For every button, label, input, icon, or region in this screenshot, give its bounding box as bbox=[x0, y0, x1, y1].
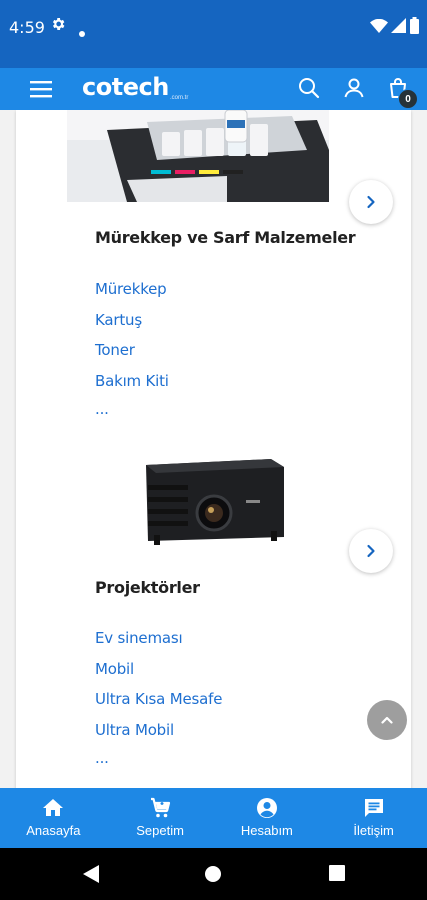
printer-ink-tank-image[interactable] bbox=[67, 110, 329, 202]
status-bar: 4:59 bbox=[0, 0, 427, 68]
category-link[interactable]: Kartuş bbox=[95, 311, 142, 329]
recents-icon[interactable] bbox=[329, 865, 345, 886]
category-link[interactable]: Mobil bbox=[95, 660, 134, 678]
category-link[interactable]: Ultra Mobil bbox=[95, 721, 174, 739]
nav-account[interactable]: Hesabım bbox=[214, 788, 321, 848]
cart-icon bbox=[151, 797, 171, 818]
wifi-icon bbox=[370, 18, 388, 38]
battery-icon bbox=[410, 17, 419, 39]
nav-home[interactable]: Anasayfa bbox=[0, 788, 107, 848]
system-navigation-bar bbox=[0, 848, 427, 900]
section-title-supplies: Mürekkep ve Sarf Malzemeler bbox=[95, 228, 356, 247]
gear-icon bbox=[50, 16, 66, 37]
app-bar: cotech .com.tr bbox=[0, 68, 427, 110]
chevron-up-icon bbox=[381, 716, 393, 724]
bottom-navigation: Anasayfa Sepetim Hesabım İletişim bbox=[0, 788, 427, 848]
category-card: Mürekkep ve Sarf Malzemeler Mürekkep Kar… bbox=[16, 110, 411, 788]
account-circle-icon bbox=[256, 798, 277, 818]
chevron-right-icon bbox=[367, 544, 375, 558]
category-link[interactable]: Ev sineması bbox=[95, 629, 183, 647]
projector-image[interactable] bbox=[136, 455, 286, 547]
nav-cart-label: Sepetim bbox=[136, 823, 184, 838]
category-link[interactable]: Ultra Kısa Mesafe bbox=[95, 690, 222, 708]
home-button-icon[interactable] bbox=[204, 865, 222, 888]
home-icon bbox=[43, 799, 64, 816]
brand-logo-suffix: .com.tr bbox=[170, 95, 189, 101]
brand-logo[interactable]: cotech bbox=[82, 73, 169, 101]
nav-contact-label: İletişim bbox=[353, 823, 394, 838]
dot-icon bbox=[79, 24, 85, 42]
next-arrow-button[interactable] bbox=[349, 529, 393, 573]
next-arrow-button[interactable] bbox=[349, 180, 393, 224]
cart-count-badge: 0 bbox=[398, 89, 418, 109]
signal-icon bbox=[391, 18, 406, 38]
nav-account-label: Hesabım bbox=[240, 823, 293, 838]
search-icon[interactable] bbox=[297, 76, 321, 105]
more-link[interactable]: ... bbox=[95, 749, 109, 767]
category-link[interactable]: Toner bbox=[95, 341, 135, 359]
nav-cart[interactable]: Sepetim bbox=[107, 788, 214, 848]
nav-home-label: Anasayfa bbox=[26, 823, 81, 838]
category-link[interactable]: Mürekkep bbox=[95, 280, 167, 298]
chat-icon bbox=[364, 799, 383, 817]
section-title-projectors: Projektörler bbox=[95, 578, 200, 597]
chevron-right-icon bbox=[367, 195, 375, 209]
nav-contact[interactable]: İletişim bbox=[320, 788, 427, 848]
more-link[interactable]: ... bbox=[95, 400, 109, 418]
category-list: Mürekkep ve Sarf Malzemeler Mürekkep Kar… bbox=[0, 110, 427, 788]
account-icon[interactable] bbox=[342, 76, 366, 105]
scroll-to-top-button[interactable] bbox=[367, 700, 407, 740]
category-link[interactable]: Bakım Kiti bbox=[95, 372, 169, 390]
status-time: 4:59 bbox=[9, 18, 45, 37]
menu-icon[interactable] bbox=[30, 79, 52, 99]
back-icon[interactable] bbox=[82, 864, 100, 889]
